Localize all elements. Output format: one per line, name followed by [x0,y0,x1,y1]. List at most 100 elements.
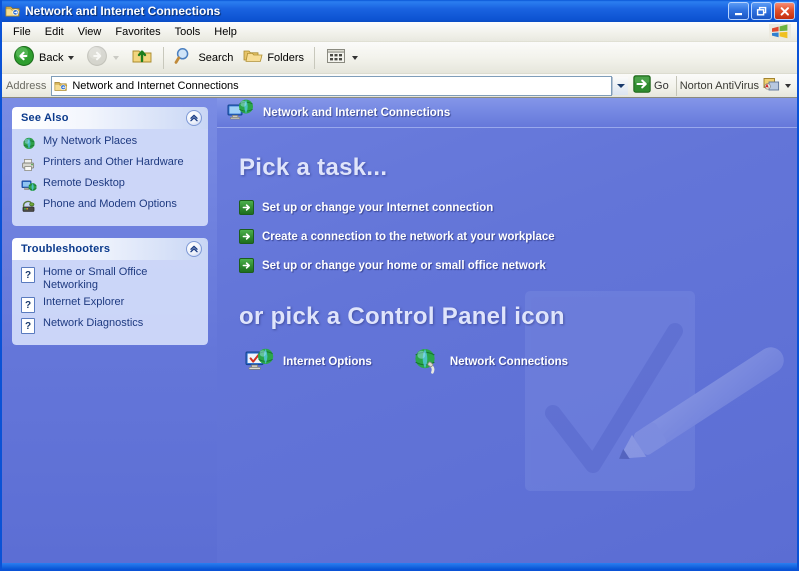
forward-dropdown-icon[interactable] [113,55,120,60]
green-arrow-icon [239,200,254,215]
task-setup-internet-connection[interactable]: Set up or change your Internet connectio… [239,200,797,215]
bottom-strip [2,563,797,569]
menu-file[interactable]: File [6,24,38,40]
sidebar-item-label: Network Diagnostics [43,317,144,329]
sidebar-item-label: Remote Desktop [43,177,125,189]
up-folder-icon [131,45,153,70]
task-label: Create a connection to the network at yo… [262,230,555,243]
menu-favorites[interactable]: Favorites [108,24,167,40]
menu-view[interactable]: View [71,24,109,40]
norton-dropdown-icon[interactable] [785,83,791,88]
network-folder-icon [54,79,68,93]
toolbar-separator [163,46,165,69]
sidebar-item-my-network-places[interactable]: My Network Places [21,135,202,152]
minimize-button[interactable] [728,2,749,20]
green-arrow-icon [239,258,254,273]
back-arrow-icon [13,45,35,70]
help-question-icon: ? [21,318,37,334]
views-icon [325,46,347,69]
sidebar-item-label: Phone and Modem Options [43,198,177,210]
chevron-down-icon [616,83,625,88]
up-button[interactable] [126,45,158,71]
explorer-window: Network and Internet Connections File Ed… [0,0,799,571]
panel-body-troubleshooters: ? Home or Small Office Networking ? Inte… [12,260,208,345]
green-arrow-icon [239,229,254,244]
panel-see-also: See Also My Network Places Printers and … [12,107,208,226]
maximize-restore-button[interactable] [751,2,772,20]
go-button[interactable]: Go [633,75,669,96]
folders-label: Folders [267,51,305,64]
control-panel-item-label: Internet Options [283,356,372,368]
sidebar-item-label: Internet Explorer [43,296,125,308]
panel-title: See Also [21,112,69,124]
menu-edit[interactable]: Edit [38,24,71,40]
windows-flag-icon [769,24,791,40]
address-label: Address [6,79,47,92]
views-button[interactable] [320,45,365,71]
sidebar-item-home-or-small-office-networking[interactable]: ? Home or Small Office Networking [21,266,202,292]
back-button[interactable]: Back [8,45,81,71]
norton-antivirus-icon [763,76,780,95]
views-dropdown-icon[interactable] [352,55,359,60]
norton-label: Norton AntiVirus [679,79,759,92]
task-pane-sidebar: See Also My Network Places Printers and … [2,98,217,563]
sidebar-item-remote-desktop[interactable]: Remote Desktop [21,177,202,194]
content-header-title: Network and Internet Connections [263,106,451,119]
search-label: Search [198,51,234,64]
content-area: Pick a task... Set up or change your Int… [217,128,797,377]
panel-header-see-also[interactable]: See Also [12,107,208,129]
toolbar-separator-2 [314,46,316,69]
remote-desktop-icon [21,178,37,194]
sidebar-item-phone-and-modem-options[interactable]: Phone and Modem Options [21,198,202,215]
go-arrow-icon [633,75,651,96]
control-panel-network-connections[interactable]: Network Connections [412,347,568,377]
folders-button[interactable]: Folders [238,45,309,71]
magnifier-icon [174,46,194,69]
chevron-up-icon[interactable] [186,241,202,257]
window-title: Network and Internet Connections [25,4,221,18]
menu-bar: File Edit View Favorites Tools Help [2,22,797,42]
main-content: Network and Internet Connections Pick a … [217,98,797,563]
norton-antivirus-toolbar[interactable]: Norton AntiVirus [680,76,797,95]
window-body: See Also My Network Places Printers and … [2,98,797,563]
content-header: Network and Internet Connections [217,98,797,128]
search-button[interactable]: Search [169,45,238,71]
menu-tools[interactable]: Tools [168,24,208,40]
forward-button[interactable] [81,45,126,71]
control-panel-icon-row: Internet Options Network Connections [239,347,797,377]
control-panel-item-label: Network Connections [449,356,569,368]
sidebar-item-label: Printers and Other Hardware [43,156,184,168]
phone-modem-icon [21,199,37,215]
panel-title: Troubleshooters [21,243,111,255]
sidebar-item-network-diagnostics[interactable]: ? Network Diagnostics [21,317,202,334]
panel-troubleshooters: Troubleshooters ? Home or Small Office N… [12,238,208,345]
address-input[interactable]: Network and Internet Connections [51,75,613,96]
sidebar-item-printers-and-other-hardware[interactable]: Printers and Other Hardware [21,156,202,173]
folders-icon [243,46,263,69]
window-buttons [728,2,795,20]
network-globe-icon [21,136,37,152]
internet-options-icon [245,347,275,377]
navigation-toolbar: Back Search Folders [2,42,797,74]
menu-help[interactable]: Help [207,24,244,40]
sidebar-item-label: My Network Places [43,135,138,147]
address-dropdown-button[interactable] [612,76,629,95]
sidebar-item-internet-explorer[interactable]: ? Internet Explorer [21,296,202,313]
panel-header-troubleshooters[interactable]: Troubleshooters [12,238,208,260]
control-panel-internet-options[interactable]: Internet Options [245,347,372,377]
help-question-icon: ? [21,267,37,283]
back-label: Back [39,51,64,64]
address-bar: Address Network and Internet Connections [2,74,797,98]
back-dropdown-icon[interactable] [68,55,75,60]
task-create-workplace-connection[interactable]: Create a connection to the network at yo… [239,229,797,244]
close-button[interactable] [774,2,795,20]
task-setup-home-office-network[interactable]: Set up or change your home or small offi… [239,258,797,273]
network-computer-globe-icon [227,98,255,127]
network-connections-icon [412,347,442,377]
chevron-up-icon[interactable] [186,110,202,126]
pick-a-task-title: Pick a task... [239,154,388,181]
address-value: Network and Internet Connections [72,79,239,92]
help-question-icon: ? [21,297,37,313]
forward-arrow-icon [86,45,108,70]
printer-icon [21,157,37,173]
